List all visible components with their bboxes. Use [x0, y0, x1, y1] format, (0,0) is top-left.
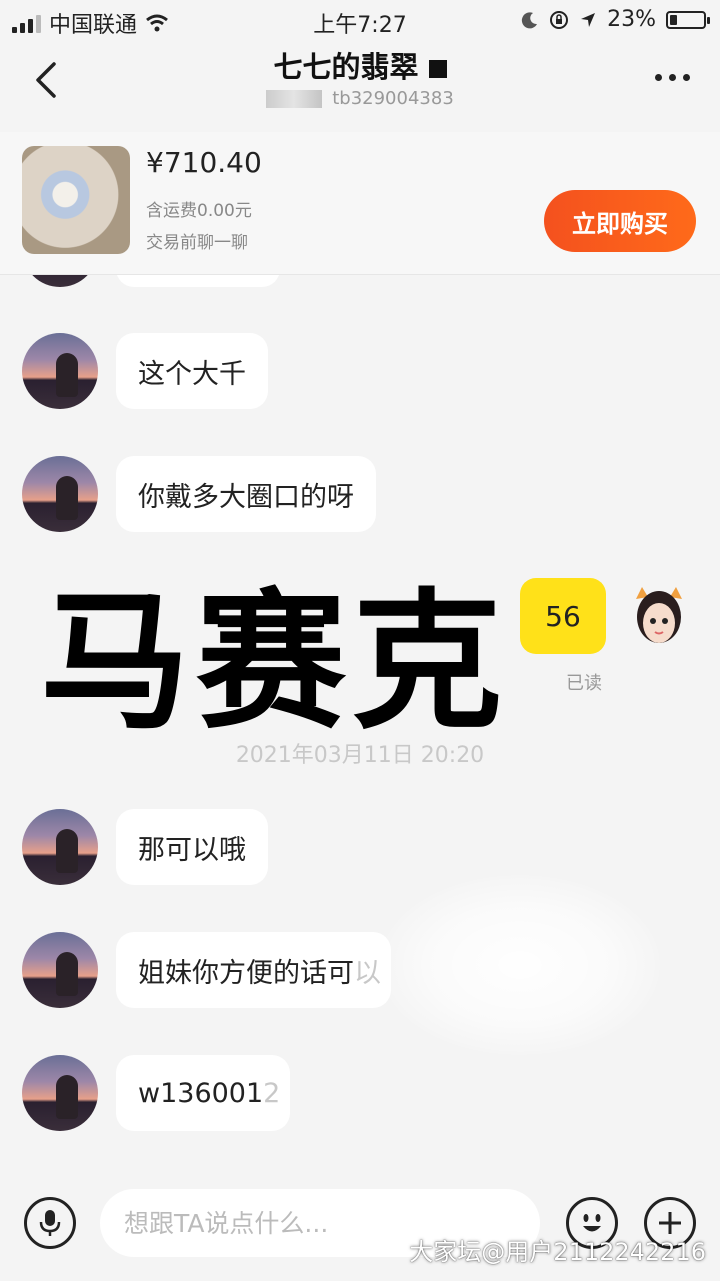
more-options-button[interactable] — [655, 74, 690, 81]
message-bubble[interactable]: 这个大千 — [116, 333, 268, 409]
dot-icon — [669, 74, 676, 81]
product-thumbnail[interactable] — [22, 146, 130, 254]
contact-subtitle: tb329004383 — [0, 88, 720, 109]
battery-percent: 23% — [607, 7, 656, 32]
voice-button[interactable] — [24, 1197, 76, 1249]
status-right: 23% — [521, 7, 710, 32]
battery-icon — [666, 10, 710, 29]
message-text: 那可以哦 — [138, 834, 246, 866]
product-price: ¥710.40 — [146, 146, 262, 179]
message-text-faded: 以 — [354, 957, 381, 989]
dot-icon — [655, 74, 662, 81]
message-bubble[interactable]: 姐妹你方便的话可以 — [116, 932, 391, 1008]
watermark: 大家坛@用户2112242216 — [409, 1238, 706, 1266]
my-message-bubble[interactable]: 56 — [520, 578, 606, 654]
contact-avatar[interactable] — [22, 809, 98, 885]
message-bubble-partial — [116, 275, 280, 287]
status-bar: 中国联通 上午7:27 23% — [0, 0, 720, 40]
contact-name: 七七的翡翠 — [0, 44, 720, 86]
contact-avatar[interactable] — [22, 275, 98, 287]
smudge-overlay — [380, 875, 660, 1055]
product-shipping: 含运费0.00元 — [146, 201, 252, 221]
blurred-text — [266, 90, 323, 108]
chat-header: 七七的翡翠 tb329004383 — [0, 40, 720, 120]
dot-icon — [683, 74, 690, 81]
contact-avatar[interactable] — [22, 456, 98, 532]
product-note: 交易前聊一聊 — [146, 233, 248, 253]
product-card[interactable]: ¥710.40 含运费0.00元 交易前聊一聊 立即购买 — [0, 132, 720, 275]
message-bubble[interactable]: 你戴多大圈口的呀 — [116, 456, 376, 532]
microphone-icon — [39, 1210, 61, 1236]
contact-avatar[interactable] — [22, 1055, 98, 1131]
contact-name-text: 七七的翡翠 — [273, 50, 419, 84]
message-text: 你戴多大圈口的呀 — [138, 481, 354, 513]
message-text: 姐妹你方便的话可 — [138, 957, 354, 989]
message-text-faded: 2 — [263, 1077, 281, 1109]
read-status: 已读 — [566, 673, 602, 694]
mosaic-overlay-text: 马赛克 — [40, 576, 509, 750]
moon-icon — [521, 11, 538, 28]
my-avatar[interactable] — [632, 585, 686, 651]
message-text: w136001 — [138, 1077, 264, 1109]
rotation-lock-icon — [550, 10, 569, 29]
contact-id: tb329004383 — [332, 88, 454, 109]
message-bubble[interactable]: 那可以哦 — [116, 809, 268, 885]
contact-avatar[interactable] — [22, 333, 98, 409]
buy-now-button[interactable]: 立即购买 — [544, 190, 696, 252]
message-text: 这个大千 — [138, 358, 246, 390]
message-bubble[interactable]: w136001 2 — [116, 1055, 291, 1131]
contact-avatar[interactable] — [22, 932, 98, 1008]
my-message-text: 56 — [545, 599, 581, 633]
location-icon — [581, 12, 596, 27]
redaction-mark — [428, 60, 447, 78]
